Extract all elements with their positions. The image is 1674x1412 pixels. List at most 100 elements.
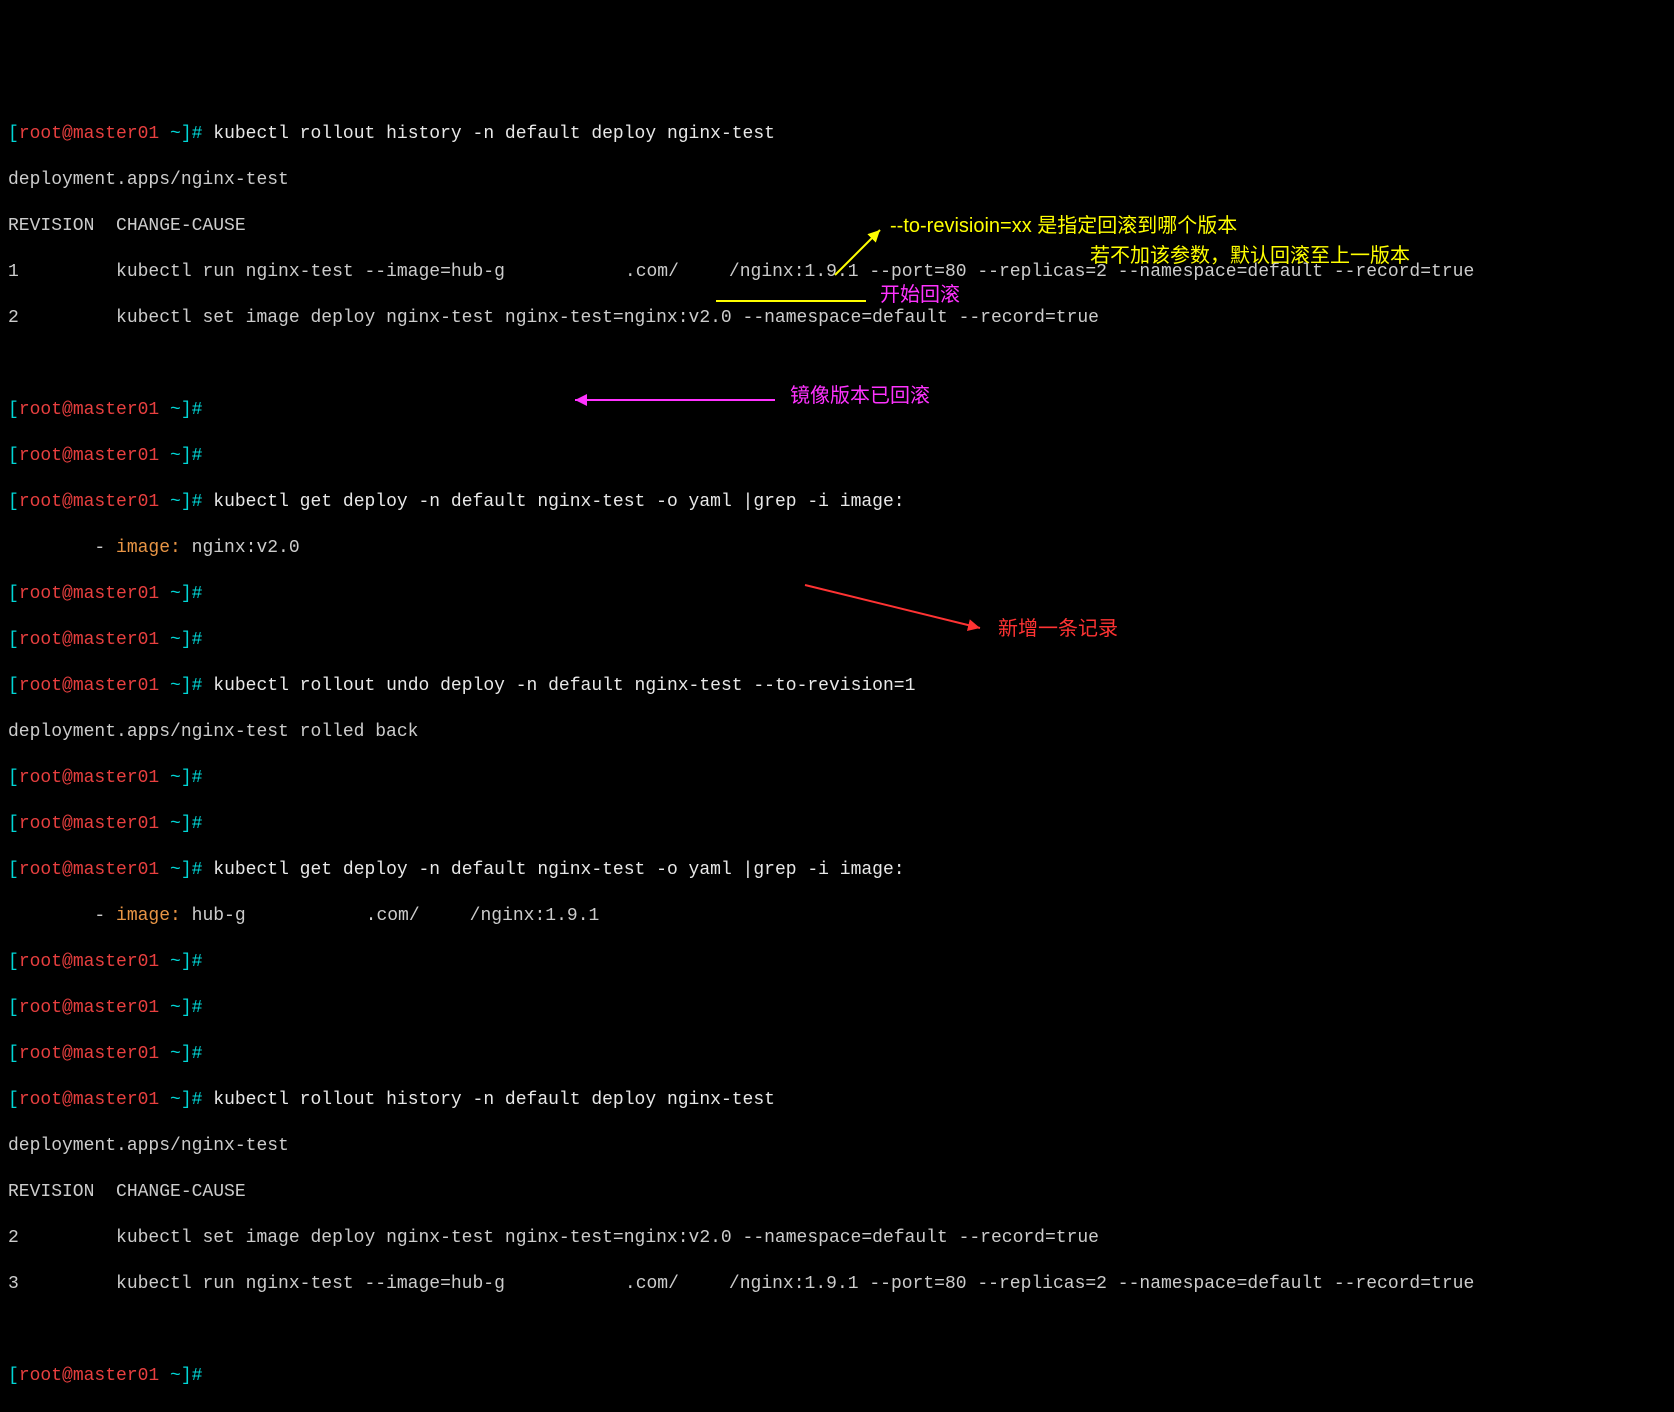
bracket: ]# [181,1090,203,1110]
output-row: 2 kubectl set image deploy nginx-test ng… [8,1227,1666,1250]
terminal-line: [root@master01 ~]# [8,445,1666,468]
bracket: ]# [181,998,203,1018]
output-row: 3 kubectl run nginx-test --image=hub-g.c… [8,1273,1666,1296]
redacted [420,907,470,923]
bracket: [ [8,952,19,972]
command-text: kubectl get deploy -n default nginx-test… [202,860,904,880]
revision: 1 [8,262,19,282]
cc: kubectl run nginx-test --image=hub-g [19,1274,505,1294]
annotation-yellow-2: 若不加该参数，默认回滚至上一版本 [1090,245,1410,268]
tilde: ~ [159,1366,181,1386]
bracket: [ [8,998,19,1018]
blank-line [8,1319,1666,1342]
bracket: ]# [181,584,203,604]
bracket: [ [8,860,19,880]
tilde: ~ [159,584,181,604]
tilde: ~ [159,952,181,972]
tilde: ~ [159,1044,181,1064]
user-host: root@master01 [19,676,159,696]
bracket: ]# [181,814,203,834]
command-text: kubectl get deploy -n default nginx-test… [202,492,904,512]
cc: kubectl set image deploy nginx-test ngin… [19,1228,1099,1248]
output-line: deployment.apps/nginx-test [8,169,1666,192]
tilde: ~ [159,814,181,834]
bracket: [ [8,446,19,466]
command-text: kubectl rollout history -n default deplo… [202,1090,775,1110]
annotation-red: 新增一条记录 [998,618,1118,641]
terminal-line: [root@master01 ~]# [8,951,1666,974]
bracket: ]# [181,1044,203,1064]
dash: - [8,538,116,558]
terminal-line: [root@master01 ~]# kubectl rollout histo… [8,1089,1666,1112]
revision: 2 [8,308,19,328]
user-host: root@master01 [19,1090,159,1110]
bracket: ]# [181,446,203,466]
bracket: [ [8,1366,19,1386]
command-text: kubectl rollout undo deploy -n default n… [202,676,753,696]
terminal-line: [root@master01 ~]# [8,583,1666,606]
redacted [505,263,625,279]
bracket: [ [8,1044,19,1064]
user-host: root@master01 [19,768,159,788]
output-line: - image: hub-g.com//nginx:1.9.1 [8,905,1666,928]
cc: kubectl set image deploy nginx-test ngin… [19,308,1099,328]
user-host: root@master01 [19,446,159,466]
image-val: hub-g [181,906,246,926]
cc: kubectl run nginx-test --image=hub-g [19,262,505,282]
user-host: root@master01 [19,584,159,604]
bracket: ]# [181,676,203,696]
bracket: ]# [181,492,203,512]
cc: .com/ [625,262,679,282]
output-row: 2 kubectl set image deploy nginx-test ng… [8,307,1666,330]
image-key: image: [116,538,181,558]
output-line: deployment.apps/nginx-test rolled back [8,721,1666,744]
tilde: ~ [159,676,181,696]
bracket: [ [8,492,19,512]
terminal-line: [root@master01 ~]# [8,1043,1666,1066]
tilde: ~ [159,768,181,788]
user-host: root@master01 [19,998,159,1018]
output-line: deployment.apps/nginx-test [8,1135,1666,1158]
bracket: ]# [181,952,203,972]
bracket: [ [8,124,19,144]
revision: 3 [8,1274,19,1294]
terminal-line: [root@master01 ~]# kubectl get deploy -n… [8,859,1666,882]
image-key: image: [116,906,181,926]
terminal-line: [root@master01 ~]# [8,997,1666,1020]
terminal-line: [root@master01 ~]# kubectl rollout histo… [8,123,1666,146]
user-host: root@master01 [19,1044,159,1064]
terminal-line: [root@master01 ~]# [8,1365,1666,1388]
user-host: root@master01 [19,124,159,144]
user-host: root@master01 [19,1366,159,1386]
redacted [505,1275,625,1291]
terminal-line: [root@master01 ~]# kubectl get deploy -n… [8,491,1666,514]
bracket: ]# [181,630,203,650]
underline-to-revision [716,300,866,302]
redacted [246,907,366,923]
terminal-line: [root@master01 ~]# [8,767,1666,790]
annotation-magenta-2: 镜像版本已回滚 [790,385,930,408]
output-header: REVISION CHANGE-CAUSE [8,215,1666,238]
annotation-magenta-1: 开始回滚 [880,284,960,307]
output-row: 1 kubectl run nginx-test --image=hub-g .c… [8,261,1666,284]
tilde: ~ [159,400,181,420]
tilde: ~ [159,998,181,1018]
bracket: ]# [181,1366,203,1386]
terminal-line: [root@master01 ~]# [8,813,1666,836]
user-host: root@master01 [19,952,159,972]
bracket: [ [8,814,19,834]
bracket: ]# [181,124,203,144]
tilde: ~ [159,630,181,650]
output-line: - image: nginx:v2.0 [8,537,1666,560]
revision: 2 [8,1228,19,1248]
tilde: ~ [159,446,181,466]
bracket: [ [8,630,19,650]
image-val: nginx:v2.0 [181,538,300,558]
bracket: ]# [181,860,203,880]
output-header: REVISION CHANGE-CAUSE [8,1181,1666,1204]
bracket: ]# [181,400,203,420]
image-val: .com/ [366,906,420,926]
annotation-yellow-1: --to-revisioin=xx 是指定回滚到哪个版本 [890,215,1237,238]
terminal-line: [root@master01 ~]# [8,629,1666,652]
user-host: root@master01 [19,400,159,420]
